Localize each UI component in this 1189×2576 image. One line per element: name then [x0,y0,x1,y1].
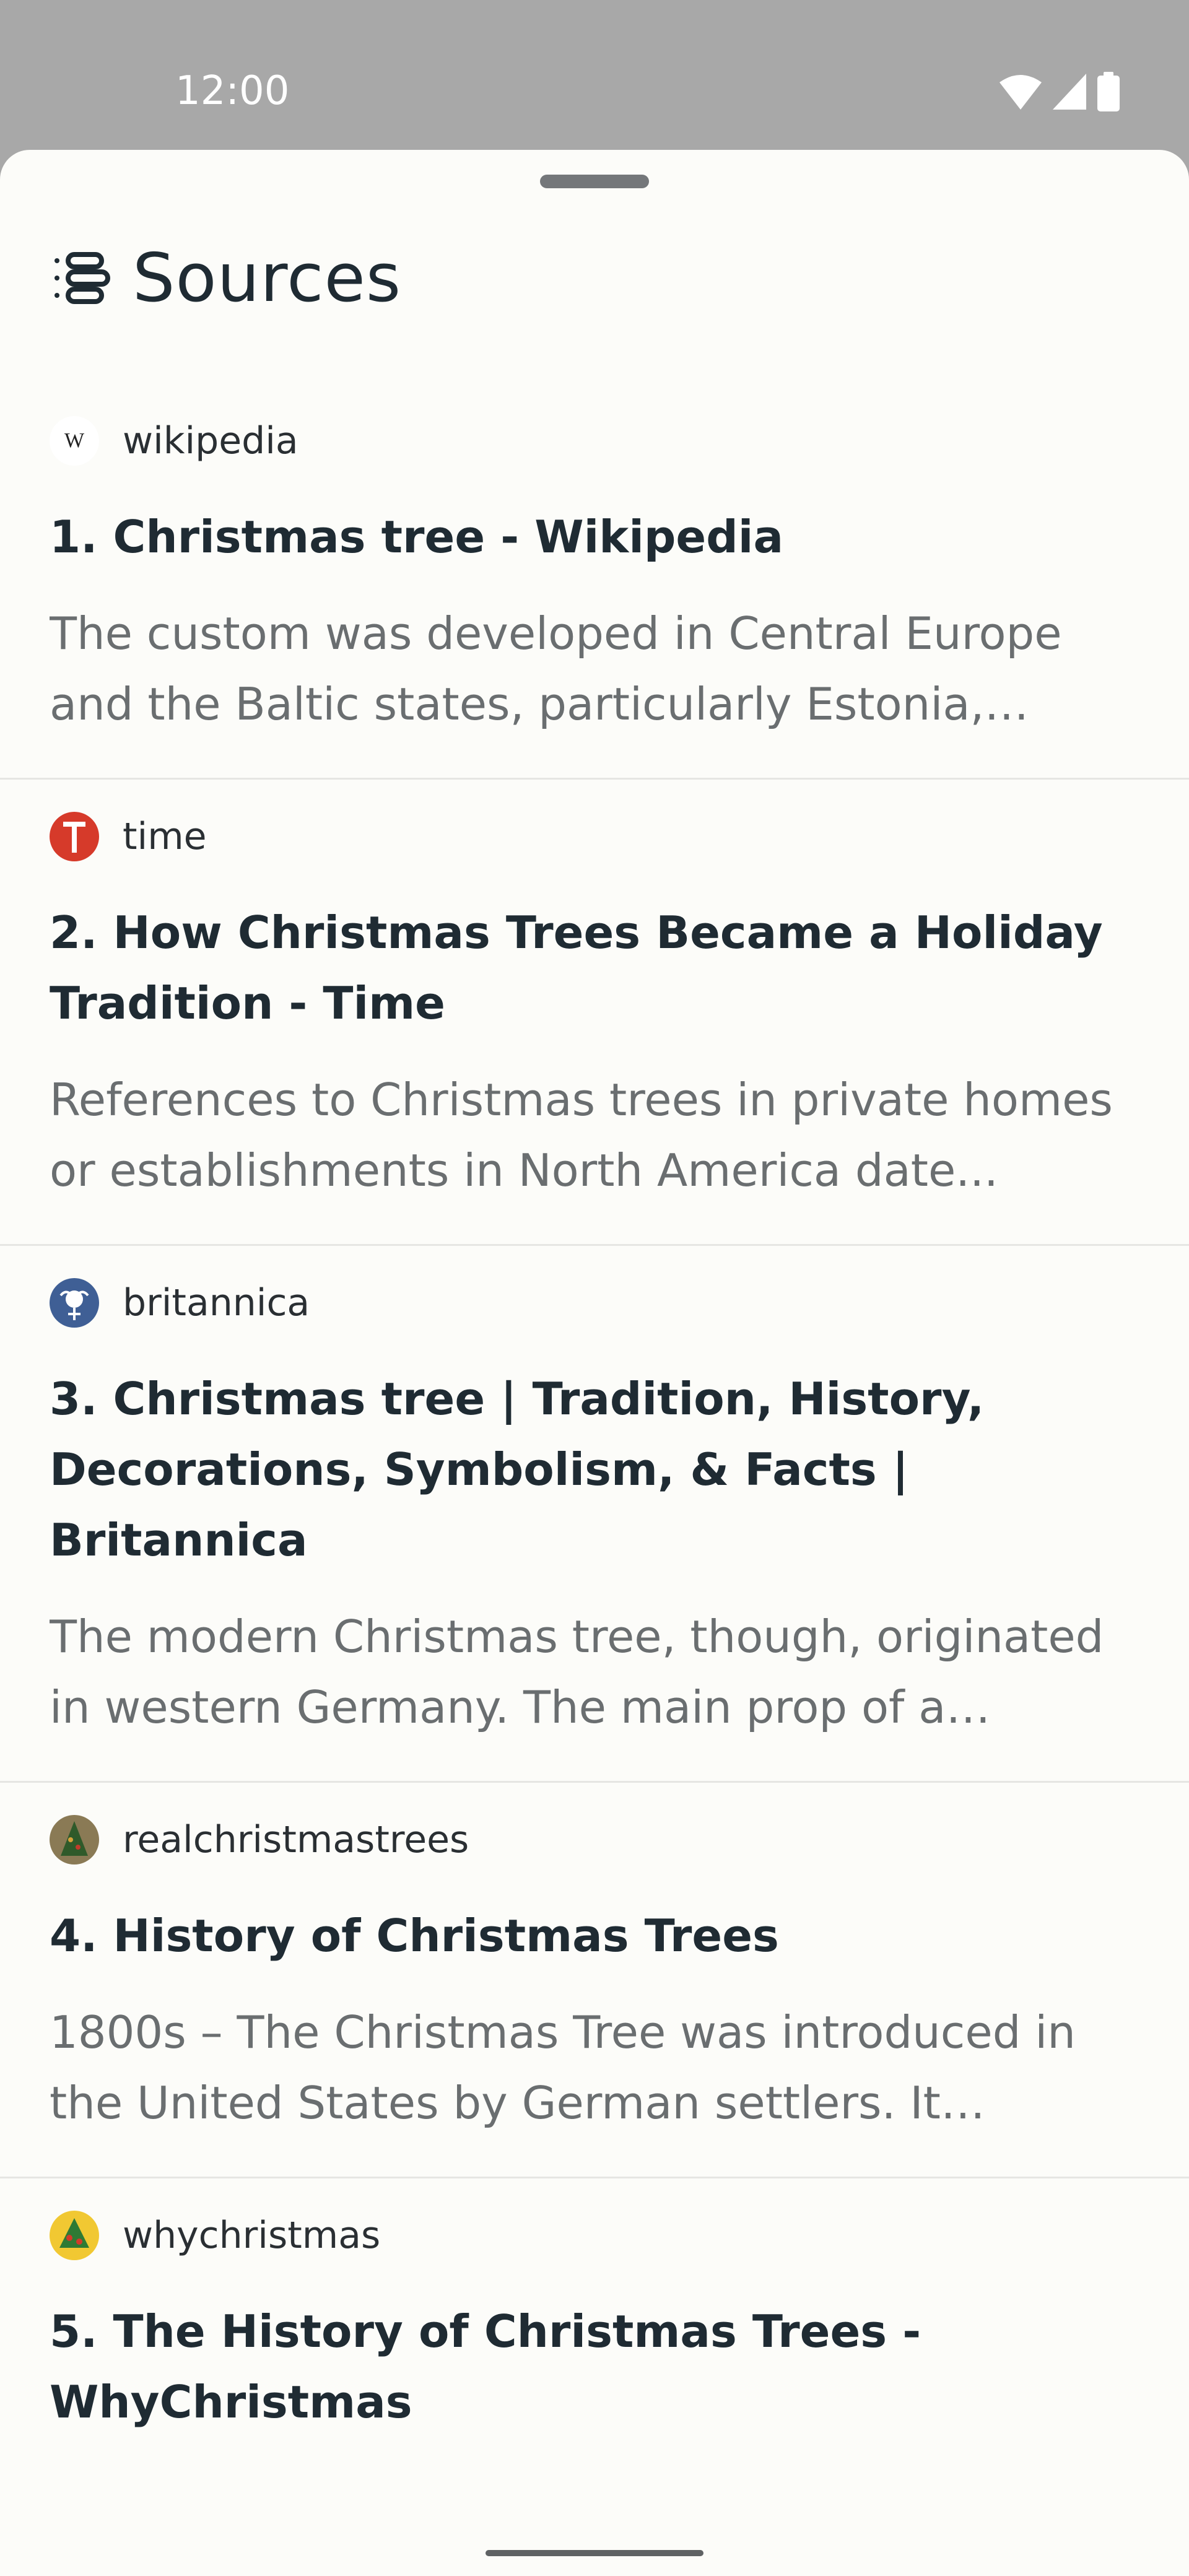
source-item-wikipedia[interactable]: W wikipedia 1. Christmas tree - Wikipedi… [0,384,1189,780]
source-list: W wikipedia 1. Christmas tree - Wikipedi… [0,384,1189,2437]
whychristmas-favicon [50,2211,99,2260]
source-domain-row: W wikipedia [50,384,1139,473]
battery-icon [1097,72,1120,111]
source-domain: realchristmastrees [123,1818,469,1861]
source-snippet: The custom was developed in Central Euro… [50,607,1062,730]
source-item-realchristmastrees[interactable]: realchristmastrees 4. History of Christm… [0,1783,1189,2178]
source-domain-row: britannica [50,1246,1139,1335]
source-title[interactable]: 3. Christmas tree | Tradition, History, … [50,1364,1139,1575]
source-item-time[interactable]: time 2. How Christmas Trees Became a Hol… [0,780,1189,1246]
source-snippet: 1800s – The Christmas Tree was introduce… [50,2006,1076,2129]
sheet-title: Sources [133,239,402,317]
sheet-header: Sources [50,238,401,318]
source-domain: wikipedia [123,419,298,463]
source-snippet: References to Christmas trees in private… [50,1074,1113,1196]
source-title[interactable]: 2. How Christmas Trees Became a Holiday … [50,897,1139,1038]
time-favicon [50,812,99,861]
source-title[interactable]: 4. History of Christmas Trees [50,1900,1139,1971]
svg-text:W: W [64,429,85,452]
source-domain: time [123,815,207,858]
list-sources-icon [50,246,114,310]
source-item-whychristmas[interactable]: whychristmas 5. The History of Christmas… [0,2178,1189,2437]
drag-handle[interactable] [540,175,649,188]
source-domain-row: time [50,780,1139,869]
source-domain: whychristmas [123,2214,381,2257]
source-domain-row: realchristmastrees [50,1783,1139,1872]
bottom-gesture-area [0,2503,1189,2576]
source-snippet: The modern Christmas tree, though, origi… [50,1611,1104,1733]
status-bar: 12:00 [0,0,1189,149]
realchristmastrees-favicon [50,1815,99,1865]
home-indicator[interactable] [486,2550,703,2556]
wifi-icon [1000,75,1042,110]
status-icons [998,72,1121,113]
source-title[interactable]: 1. Christmas tree - Wikipedia [50,502,1139,572]
status-time: 12:00 [175,68,290,114]
source-title[interactable]: 5. The History of Christmas Trees - WhyC… [50,2296,1139,2437]
source-item-britannica[interactable]: britannica 3. Christmas tree | Tradition… [0,1246,1189,1783]
source-domain: britannica [123,1281,310,1325]
wikipedia-favicon: W [50,416,99,466]
sources-bottom-sheet: Sources W wikipedia 1. Christmas tree - … [0,150,1189,2576]
britannica-favicon [50,1278,99,1328]
source-domain-row: whychristmas [50,2178,1139,2268]
cellular-signal-icon [1053,74,1086,110]
